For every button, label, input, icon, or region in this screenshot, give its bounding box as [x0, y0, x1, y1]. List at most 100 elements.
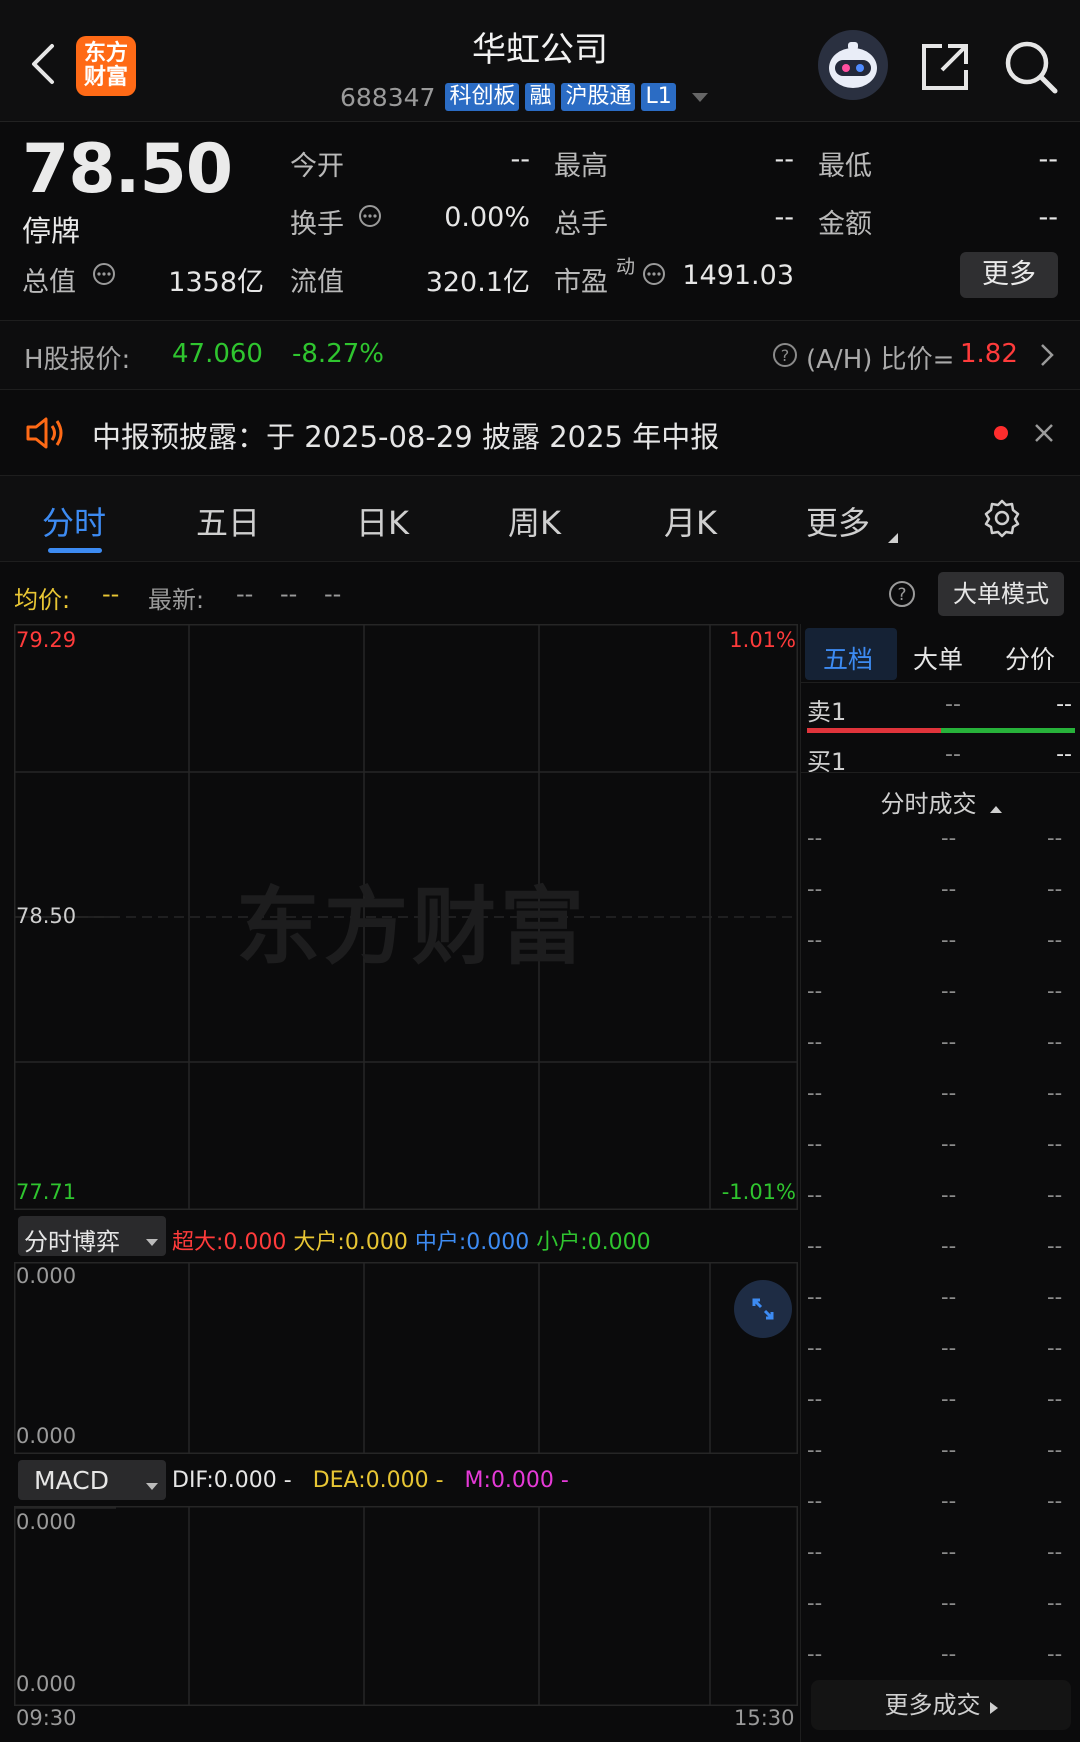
- turnover-label: 换手: [290, 209, 344, 240]
- pct-axis-bottom: -1.01%: [721, 1180, 796, 1204]
- trade-price: --: [941, 1387, 957, 1411]
- pe-label: 市盈: [554, 267, 608, 298]
- macd-axis-bottom: 0.000: [16, 1672, 77, 1696]
- trade-row: -- -- --: [801, 1438, 1080, 1468]
- big-order-mode-button[interactable]: 大单模式: [938, 572, 1064, 616]
- trade-volume: --: [1047, 1489, 1063, 1513]
- trade-volume: --: [1047, 979, 1063, 1003]
- trade-price: --: [941, 826, 957, 850]
- mid-value: 0.000: [466, 1230, 530, 1255]
- help-circle-icon[interactable]: ?: [888, 580, 916, 612]
- trade-price: --: [941, 979, 957, 1003]
- trade-row: -- -- --: [801, 1081, 1080, 1111]
- chevron-right-icon: [1040, 343, 1054, 371]
- latest-value-1: --: [236, 580, 254, 608]
- small-label: 小户:: [536, 1230, 588, 1255]
- tab-price-distribution[interactable]: 分价: [1005, 640, 1055, 676]
- buy1-volume: --: [1056, 742, 1072, 767]
- top-bar: 东方 财富 华虹公司 688347 科创板 融 沪股通 L1: [0, 0, 1080, 122]
- trade-time: --: [807, 1132, 823, 1156]
- trades-header[interactable]: 分时成交: [801, 784, 1080, 819]
- buy1-price: --: [945, 742, 961, 767]
- trade-row: -- -- --: [801, 1132, 1080, 1162]
- h-share-row[interactable]: H股报价: 47.060 -8.27% ? (A/H) 比价= 1.82: [0, 320, 1080, 390]
- more-trades-label: 更多成交: [884, 1691, 981, 1719]
- tab-five-levels[interactable]: 五档: [805, 628, 897, 680]
- tag-level1: L1: [641, 83, 676, 111]
- robot-assistant-icon[interactable]: [818, 30, 888, 100]
- trade-price: --: [941, 1336, 957, 1360]
- dea-label: DEA:: [312, 1468, 366, 1493]
- tab-big-orders[interactable]: 大单: [913, 640, 963, 676]
- settings-gear-icon[interactable]: [982, 498, 1022, 542]
- latest-value-3: --: [324, 580, 342, 608]
- tab-more[interactable]: 更多: [806, 498, 870, 544]
- trade-row: -- -- --: [801, 1285, 1080, 1315]
- trade-volume: --: [1047, 1336, 1063, 1360]
- macd-selector[interactable]: MACD: [18, 1460, 166, 1500]
- notice-bar[interactable]: 中报预披露：于 2025-08-29 披露 2025 年中报: [0, 390, 1080, 476]
- tab-weekly-k[interactable]: 周K: [508, 498, 561, 544]
- trade-price: --: [941, 1642, 957, 1666]
- buy-ratio-bar: [941, 728, 1075, 733]
- info-circle-icon[interactable]: [92, 262, 116, 290]
- expand-icon[interactable]: [734, 1280, 792, 1338]
- help-circle-icon[interactable]: ?: [772, 342, 798, 372]
- trade-time: --: [807, 1387, 823, 1411]
- tab-monthly-k[interactable]: 月K: [664, 498, 717, 544]
- open-value: --: [510, 144, 531, 175]
- trade-price: --: [941, 1438, 957, 1462]
- intraday-price-chart[interactable]: 东方财富 79.29 1.01% 78.50 77.71 -1.01%: [14, 624, 798, 1210]
- low-value: --: [1038, 144, 1059, 175]
- trade-volume: --: [1047, 826, 1063, 850]
- trade-row: -- -- --: [801, 1489, 1080, 1519]
- more-quote-button[interactable]: 更多: [960, 252, 1058, 298]
- ah-ratio-label: (A/H) 比价=: [806, 345, 955, 375]
- h-share-label: H股报价:: [24, 345, 131, 375]
- super-label: 超大:: [172, 1230, 224, 1255]
- game-indicator-selector[interactable]: 分时博弈: [18, 1216, 166, 1256]
- trade-row: -- -- --: [801, 1642, 1080, 1672]
- game-indicator-chart[interactable]: 0.000 0.000: [14, 1262, 798, 1454]
- ah-ratio-value: 1.82: [960, 339, 1018, 369]
- trade-volume: --: [1047, 1285, 1063, 1309]
- amount-value: --: [1038, 202, 1059, 233]
- trade-time: --: [807, 1438, 823, 1462]
- info-circle-icon[interactable]: [358, 204, 382, 232]
- caret-down-icon: [691, 88, 708, 107]
- notice-text: 中报预披露：于 2025-08-29 披露 2025 年中报: [92, 420, 720, 454]
- search-icon[interactable]: [1004, 40, 1058, 94]
- info-circle-icon[interactable]: [642, 262, 666, 290]
- tab-daily-k[interactable]: 日K: [356, 498, 409, 544]
- time-axis-end: 15:30: [734, 1706, 795, 1730]
- tab-intraday[interactable]: 分时: [42, 498, 106, 544]
- trade-row: -- -- --: [801, 1540, 1080, 1570]
- tab-five-day[interactable]: 五日: [196, 498, 260, 544]
- pe-value: 1491.03: [682, 260, 794, 291]
- more-trades-button[interactable]: 更多成交: [811, 1680, 1071, 1730]
- order-book-panel: 五档 大单 分价 卖1 -- -- 买1 -- -- 分时成交 -- -- -- --…: [800, 624, 1080, 1742]
- trade-volume: --: [1047, 1591, 1063, 1615]
- macd-legend: DIF:0.000 - DEA:0.000 - M:0.000 -: [172, 1468, 569, 1493]
- stock-code-row[interactable]: 688347 科创板 融 沪股通 L1: [340, 82, 708, 112]
- sell1-price: --: [945, 692, 961, 717]
- volume-value: --: [774, 202, 795, 233]
- caret-down-icon: [146, 1476, 158, 1495]
- latest-label: 最新:: [148, 586, 205, 614]
- trade-row: -- -- --: [801, 877, 1080, 907]
- stock-name: 华虹公司: [472, 30, 608, 70]
- trade-price: --: [941, 1081, 957, 1105]
- game-legend: 超大:0.000 大户:0.000 中户:0.000 小户:0.000: [172, 1224, 651, 1256]
- close-icon[interactable]: [1034, 423, 1054, 447]
- super-value: 0.000: [223, 1230, 287, 1255]
- share-icon[interactable]: [920, 42, 970, 92]
- low-label: 最低: [818, 151, 872, 182]
- macd-chart[interactable]: 0.000 0.000: [14, 1506, 798, 1706]
- mktcap-label: 总值: [22, 267, 76, 298]
- trade-time: --: [807, 1642, 823, 1666]
- caret-right-icon: [989, 1684, 998, 1734]
- trade-volume: --: [1047, 1183, 1063, 1207]
- open-label: 今开: [290, 151, 344, 182]
- trade-price: --: [941, 1540, 957, 1564]
- trade-volume: --: [1047, 1642, 1063, 1666]
